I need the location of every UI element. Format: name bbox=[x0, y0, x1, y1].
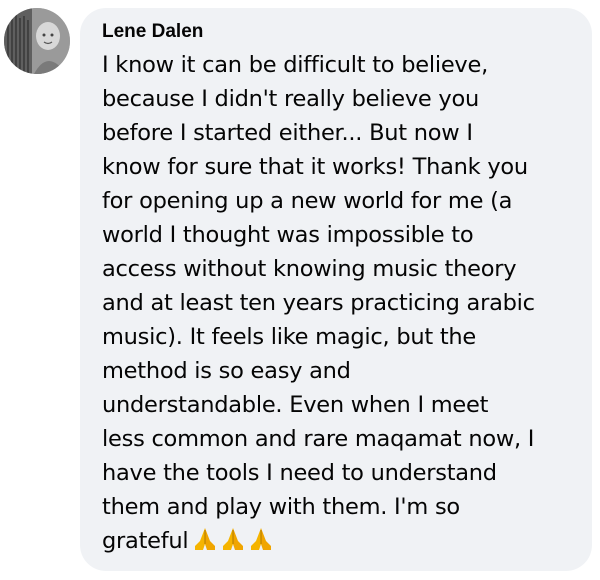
comment-line: method is so easy and bbox=[102, 358, 351, 384]
comment-line: because I didn't really believe you bbox=[102, 86, 480, 112]
comment-author[interactable]: Lene Dalen bbox=[102, 20, 574, 44]
emoji-group bbox=[192, 526, 276, 562]
avatar[interactable] bbox=[4, 8, 70, 74]
comment-last-word: grateful bbox=[102, 528, 189, 554]
comment-line: know for sure that it works! Thank you bbox=[102, 154, 528, 180]
comment-line: before I started either... But now I bbox=[102, 120, 473, 146]
folded-hands-emoji bbox=[195, 528, 216, 550]
comment-bubble: Lene Dalen I know it can be difficult to… bbox=[80, 8, 592, 571]
comment-line: less common and rare maqamat now, I bbox=[102, 426, 535, 452]
profile-photo bbox=[4, 8, 70, 74]
comment-line: for opening up a new world for me (a bbox=[102, 188, 513, 214]
comment-line: them and play with them. I'm so bbox=[102, 494, 460, 520]
comment-line: have the tools I need to understand bbox=[102, 460, 497, 486]
comment-line: understandable. Even when I meet bbox=[102, 392, 489, 418]
comment-line: I know it can be difficult to believe, bbox=[102, 52, 488, 78]
comment-line: and at least ten years practicing arabic bbox=[102, 290, 535, 316]
folded-hands-emoji bbox=[223, 528, 244, 550]
comment-text: I know it can be difficult to believe, b… bbox=[102, 48, 574, 562]
comment-line: world I thought was impossible to bbox=[102, 222, 474, 248]
comment-line: music). It feels like magic, but the bbox=[102, 324, 477, 350]
comment-line: access without knowing music theory bbox=[102, 256, 517, 282]
folded-hands-emoji bbox=[251, 528, 272, 550]
comment-line-last: grateful bbox=[102, 524, 574, 562]
